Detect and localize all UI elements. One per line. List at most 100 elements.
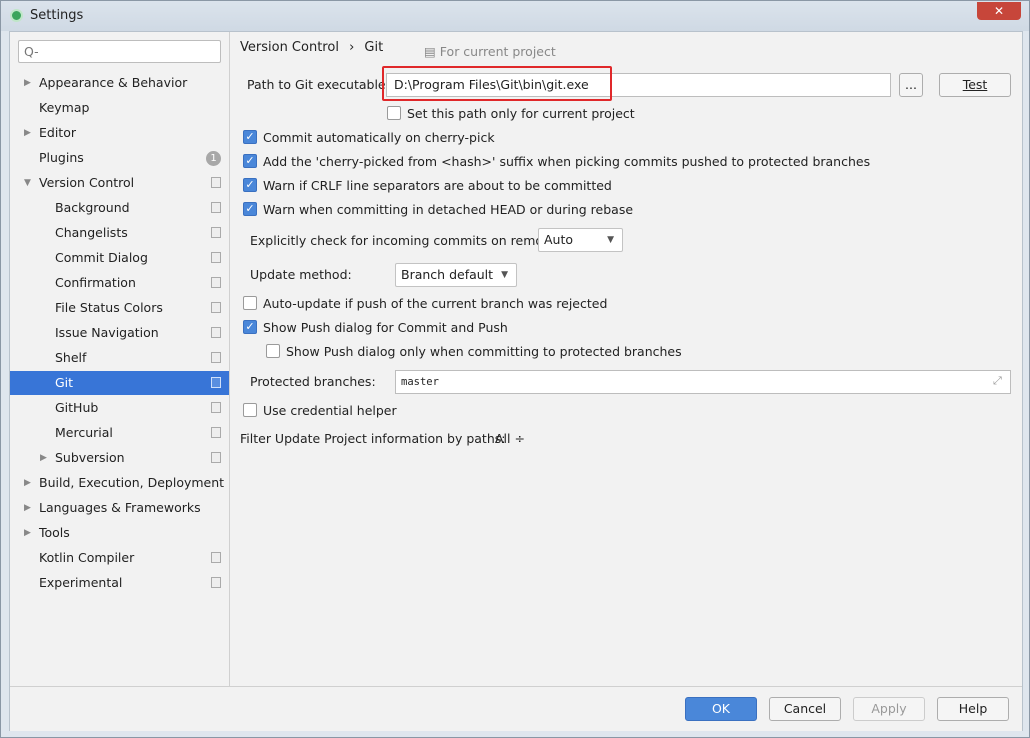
credential-helper-checkbox[interactable] <box>243 403 257 417</box>
sidebar-item-version-control[interactable]: ▼ Version Control <box>10 171 229 195</box>
expand-arrow-icon[interactable]: ▶ <box>24 121 31 145</box>
cherry-pick-checkbox[interactable]: ✓ <box>243 130 257 144</box>
sidebar-item-experimental[interactable]: Experimental <box>10 571 229 595</box>
project-scope-icon <box>211 377 221 388</box>
breadcrumb-separator: › <box>349 40 355 55</box>
cherry-suffix-checkbox[interactable]: ✓ <box>243 154 257 168</box>
sidebar-item-build-execution-deployment[interactable]: ▶ Build, Execution, Deployment <box>10 471 229 495</box>
sidebar-item-issue-navigation[interactable]: Issue Navigation <box>10 321 229 345</box>
sidebar-item-plugins[interactable]: Plugins 1 <box>10 146 229 170</box>
highlight-box <box>382 66 612 101</box>
sidebar-item-github[interactable]: GitHub <box>10 396 229 420</box>
crlf-checkbox[interactable]: ✓ <box>243 178 257 192</box>
sidebar-item-label: Subversion <box>55 450 125 465</box>
project-scope-icon: ▤ <box>424 44 440 59</box>
sidebar-item-appearance-behavior[interactable]: ▶ Appearance & Behavior <box>10 71 229 95</box>
show-push-protected-label: Show Push dialog only when committing to… <box>286 344 682 359</box>
breadcrumb: Version Control › Git <box>240 40 383 55</box>
help-button[interactable]: Help <box>937 697 1009 721</box>
breadcrumb-current: Git <box>364 40 384 55</box>
cherry-pick-label: Commit automatically on cherry-pick <box>263 130 495 145</box>
expand-arrow-icon[interactable]: ▶ <box>24 71 31 95</box>
sidebar-item-shelf[interactable]: Shelf <box>10 346 229 370</box>
ok-button[interactable]: OK <box>685 697 757 721</box>
sidebar-item-label: Tools <box>39 525 70 540</box>
project-scope-icon <box>211 177 221 188</box>
detached-head-checkbox[interactable]: ✓ <box>243 202 257 216</box>
sidebar-item-tools[interactable]: ▶ Tools <box>10 521 229 545</box>
show-push-checkbox[interactable]: ✓ <box>243 320 257 334</box>
sidebar-item-kotlin-compiler[interactable]: Kotlin Compiler <box>10 546 229 570</box>
sidebar-item-file-status-colors[interactable]: File Status Colors <box>10 296 229 320</box>
browse-button[interactable]: ... <box>899 73 923 97</box>
crlf-label: Warn if CRLF line separators are about t… <box>263 178 612 193</box>
sidebar-item-label: Issue Navigation <box>55 325 159 340</box>
sidebar-item-subversion[interactable]: ▶ Subversion <box>10 446 229 470</box>
settings-window: Settings ✕ Q- ▶ Appearance & Behavior Keym… <box>0 0 1030 738</box>
sidebar-item-label: Languages & Frameworks <box>39 500 201 515</box>
project-scope-icon <box>211 277 221 288</box>
scope-label: For current project <box>439 44 556 59</box>
expand-arrow-icon[interactable]: ▶ <box>24 471 31 495</box>
chevron-down-icon: ▼ <box>607 235 614 245</box>
path-only-project-label: Set this path only for current project <box>407 106 635 121</box>
cancel-button[interactable]: Cancel <box>769 697 841 721</box>
sidebar-item-label: Git <box>55 375 74 390</box>
window-title: Settings <box>30 8 84 23</box>
sidebar-item-commit-dialog[interactable]: Commit Dialog <box>10 246 229 270</box>
close-button[interactable]: ✕ <box>977 2 1021 20</box>
incoming-value: Auto <box>544 232 574 247</box>
dialog-body: Q- ▶ Appearance & Behavior Keymap ▶ Editor Pl… <box>9 31 1023 731</box>
incoming-select[interactable]: Auto ▼ <box>538 228 623 252</box>
auto-update-checkbox[interactable] <box>243 296 257 310</box>
credential-helper-label: Use credential helper <box>263 403 397 418</box>
expand-arrow-icon[interactable]: ▼ <box>24 171 31 195</box>
sidebar-item-editor[interactable]: ▶ Editor <box>10 121 229 145</box>
test-button[interactable]: Test <box>939 73 1011 97</box>
sidebar-item-label: Plugins <box>39 150 84 165</box>
detached-head-label: Warn when committing in detached HEAD or… <box>263 202 634 217</box>
expand-arrow-icon[interactable]: ▶ <box>24 496 31 520</box>
title-bar: Settings ✕ <box>1 1 1029 31</box>
sidebar: Q- ▶ Appearance & Behavior Keymap ▶ Editor Pl… <box>10 32 230 686</box>
project-scope-icon <box>211 202 221 213</box>
update-method-select[interactable]: Branch default ▼ <box>395 263 517 287</box>
search-input[interactable]: Q- <box>18 40 221 63</box>
sidebar-item-changelists[interactable]: Changelists <box>10 221 229 245</box>
project-scope-icon <box>211 427 221 438</box>
dialog-footer: OK Cancel Apply Help <box>10 686 1022 731</box>
filter-select[interactable]: All ÷ <box>495 431 525 446</box>
project-scope-icon <box>211 327 221 338</box>
sidebar-item-label: Editor <box>39 125 76 140</box>
sidebar-item-label: Build, Execution, Deployment <box>39 475 225 490</box>
filter-label: Filter Update Project information by pat… <box>240 431 506 446</box>
project-scope-icon <box>211 252 221 263</box>
path-only-project-checkbox[interactable] <box>387 106 401 120</box>
sidebar-item-label: Changelists <box>55 225 128 240</box>
protected-branches-input[interactable]: master <box>395 370 1011 394</box>
project-scope-icon <box>211 452 221 463</box>
chevron-down-icon: ▼ <box>501 270 508 280</box>
expand-arrow-icon[interactable]: ▶ <box>24 521 31 545</box>
sidebar-item-background[interactable]: Background <box>10 196 229 220</box>
sidebar-item-keymap[interactable]: Keymap <box>10 96 229 120</box>
apply-button[interactable]: Apply <box>853 697 925 721</box>
sidebar-item-confirmation[interactable]: Confirmation <box>10 271 229 295</box>
breadcrumb-parent[interactable]: Version Control <box>240 40 339 55</box>
show-push-protected-checkbox[interactable] <box>266 344 280 358</box>
sidebar-item-label: Shelf <box>55 350 87 365</box>
expand-icon[interactable]: ⤢ <box>993 374 1002 388</box>
sidebar-item-git[interactable]: Git <box>10 371 229 395</box>
update-method-value: Branch default <box>401 267 494 282</box>
app-icon <box>10 9 23 22</box>
sidebar-item-mercurial[interactable]: Mercurial <box>10 421 229 445</box>
sidebar-item-label: Commit Dialog <box>55 250 148 265</box>
sidebar-item-languages-frameworks[interactable]: ▶ Languages & Frameworks <box>10 496 229 520</box>
project-scope-icon <box>211 302 221 313</box>
cherry-suffix-label: Add the 'cherry-picked from <hash>' suff… <box>263 154 871 169</box>
project-scope-icon <box>211 227 221 238</box>
expand-arrow-icon[interactable]: ▶ <box>40 446 47 470</box>
project-scope-icon <box>211 352 221 363</box>
sidebar-item-label: Keymap <box>39 100 90 115</box>
sidebar-item-label: Background <box>55 200 130 215</box>
